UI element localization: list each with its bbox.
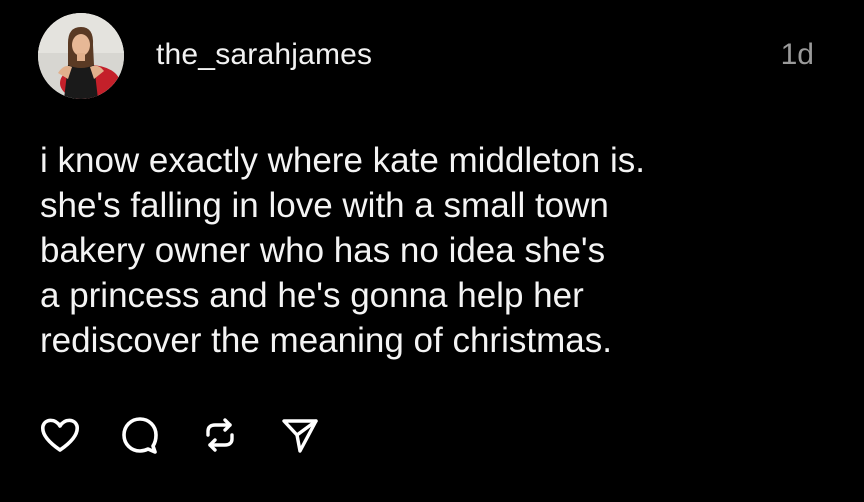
repost-button[interactable] [200,410,280,460]
post-text-line: i know exactly where kate middleton is. [40,141,645,180]
post-text-line: a princess and he's gonna help her [40,276,584,315]
post-text-line: bakery owner who has no idea she's [40,231,606,270]
comment-icon [122,417,158,454]
post-text-line: rediscover the meaning of christmas. [40,321,612,360]
heart-icon [40,418,80,452]
reply-button[interactable] [120,410,200,460]
avatar-image [38,13,124,99]
like-button[interactable] [40,410,120,460]
send-icon [282,419,318,453]
repost-icon [206,418,234,452]
post-text-line: she's falling in love with a small town [40,186,609,225]
post-text: i know exactly where kate middleton is. … [40,138,840,363]
username[interactable]: the_sarahjames [156,38,372,72]
action-bar [40,410,360,460]
avatar[interactable] [38,13,124,99]
timestamp: 1d [780,38,814,71]
post-card: the_sarahjames 1d i know exactly where k… [0,0,864,502]
share-button[interactable] [280,410,360,460]
